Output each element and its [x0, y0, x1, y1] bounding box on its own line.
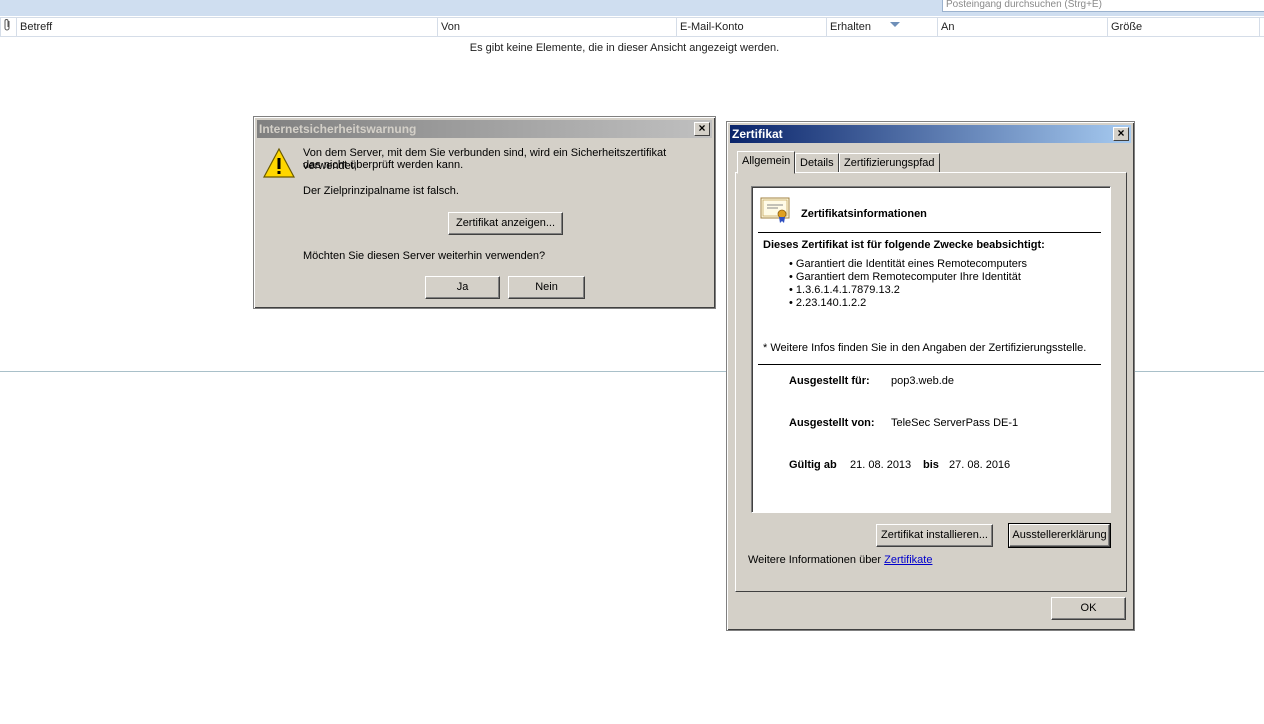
- search-input[interactable]: Posteingang durchsuchen (Strg+E): [942, 0, 1264, 12]
- dialog-title: Internetsicherheitswarnung ×: [257, 120, 712, 138]
- empty-list-message: Es gibt keine Elemente, die in dieser An…: [469, 42, 780, 54]
- separator: [758, 232, 1101, 233]
- column-email-konto[interactable]: E-Mail-Konto: [676, 18, 826, 37]
- valid-from-label: Gültig ab: [789, 459, 837, 471]
- dialog-title: Zertifikat ×: [730, 125, 1131, 143]
- issued-to-label: Ausgestellt für:: [789, 375, 870, 387]
- issued-by-value[interactable]: TeleSec ServerPass DE-1: [891, 417, 1018, 429]
- security-warning-dialog: Internetsicherheitswarnung × Von dem Ser…: [253, 116, 716, 309]
- ok-button[interactable]: OK: [1051, 597, 1126, 620]
- sort-descending-icon: [890, 22, 900, 27]
- valid-to-label: bis: [923, 459, 939, 471]
- purpose-item: • 2.23.140.1.2.2: [789, 297, 867, 309]
- tab-zertifizierungspfad[interactable]: Zertifizierungspfad: [839, 153, 940, 173]
- purpose-item: • Garantiert die Identität eines Remotec…: [789, 258, 1028, 270]
- close-button[interactable]: ×: [1113, 127, 1129, 141]
- issuer-statement-button[interactable]: Ausstellererklärung: [1008, 523, 1111, 548]
- more-info-line: Weitere Informationen über Zertifikate: [748, 554, 932, 566]
- close-button[interactable]: ×: [694, 122, 710, 136]
- warning-message-line2: das nicht überprüft werden kann.: [303, 159, 464, 171]
- certificates-link[interactable]: Zertifikate: [884, 554, 932, 566]
- warning-detail: Der Zielprinzipalname ist falsch.: [303, 185, 459, 197]
- warning-question: Möchten Sie diesen Server weiterhin verw…: [303, 250, 546, 262]
- column-an[interactable]: An: [937, 18, 1107, 37]
- warning-icon: [262, 147, 296, 178]
- certificate-dialog: Zertifikat × Allgemein Details Zertifizi…: [726, 121, 1135, 631]
- view-certificate-button[interactable]: Zertifikat anzeigen...: [448, 212, 563, 235]
- column-betreff[interactable]: Betreff: [16, 18, 437, 37]
- separator: [758, 364, 1101, 365]
- valid-from-value[interactable]: 21. 08. 2013: [850, 459, 911, 471]
- valid-to-value[interactable]: 27. 08. 2016: [949, 459, 1010, 471]
- install-certificate-button[interactable]: Zertifikat installieren...: [876, 524, 993, 547]
- tab-allgemein[interactable]: Allgemein: [737, 151, 796, 174]
- column-erhalten[interactable]: Erhalten: [826, 18, 937, 37]
- yes-button[interactable]: Ja: [425, 276, 500, 299]
- column-extra[interactable]: [1259, 18, 1264, 37]
- certificate-info-box: Zertifikatsinformationen Dieses Zertifik…: [751, 186, 1111, 513]
- attachment-column-icon[interactable]: [0, 18, 16, 37]
- issued-by-label: Ausgestellt von:: [789, 417, 875, 429]
- column-groesse[interactable]: Größe: [1107, 18, 1259, 37]
- more-info-note: * Weitere Infos finden Sie in den Angabe…: [763, 342, 1087, 354]
- purpose-heading: Dieses Zertifikat ist für folgende Zweck…: [763, 239, 1045, 251]
- purpose-item: • Garantiert dem Remotecomputer Ihre Ide…: [789, 271, 1021, 283]
- issued-to-value[interactable]: pop3.web.de: [891, 375, 954, 387]
- no-button[interactable]: Nein: [508, 276, 585, 299]
- message-list-header: Betreff Von E-Mail-Konto Erhalten An Grö…: [0, 17, 1264, 37]
- column-von[interactable]: Von: [437, 18, 676, 37]
- certificate-icon: [760, 197, 790, 223]
- tab-details[interactable]: Details: [795, 153, 839, 173]
- info-heading: Zertifikatsinformationen: [801, 208, 927, 220]
- purpose-item: • 1.3.6.1.4.1.7879.13.2: [789, 284, 900, 296]
- more-info-prefix: Weitere Informationen über: [748, 554, 882, 566]
